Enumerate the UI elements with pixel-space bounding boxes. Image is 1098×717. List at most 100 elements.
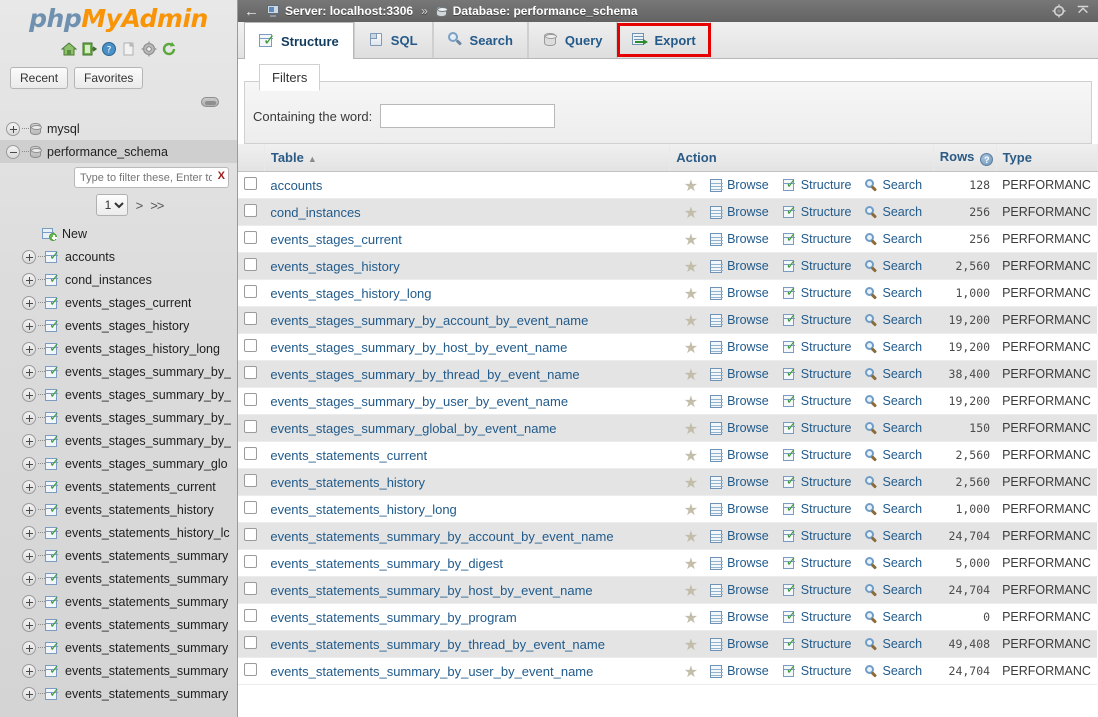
browse-link[interactable]: Browse — [710, 583, 769, 597]
table-name-link[interactable]: accounts — [270, 178, 322, 193]
row-checkbox[interactable] — [244, 285, 257, 298]
docs-icon[interactable] — [121, 41, 137, 57]
row-checkbox[interactable] — [244, 663, 257, 676]
browse-link[interactable]: Browse — [710, 529, 769, 543]
favorite-star-icon[interactable]: ★ — [684, 636, 698, 652]
tree-table-item[interactable]: ✓ events_stages_summary_by_ — [0, 429, 237, 452]
expand-mysql-icon[interactable] — [6, 121, 20, 136]
tree-table-item[interactable]: ✓ events_statements_history — [0, 498, 237, 521]
favorite-star-icon[interactable]: ★ — [684, 393, 698, 409]
browse-link[interactable]: Browse — [710, 475, 769, 489]
search-link[interactable]: Search — [865, 205, 922, 219]
tree-table-item[interactable]: ✓ events_statements_summary — [0, 567, 237, 590]
structure-link[interactable]: ✓ Structure — [782, 232, 851, 246]
row-checkbox[interactable] — [244, 501, 257, 514]
browse-link[interactable]: Browse — [710, 556, 769, 570]
table-name-link[interactable]: events_stages_summary_by_host_by_event_n… — [270, 340, 567, 355]
table-name-link[interactable]: events_stages_current — [270, 232, 402, 247]
expand-table-icon[interactable] — [22, 295, 36, 310]
browse-link[interactable]: Browse — [710, 286, 769, 300]
filters-legend[interactable]: Filters — [259, 64, 321, 91]
tree-new-table[interactable]: New — [0, 222, 237, 245]
row-checkbox[interactable] — [244, 609, 257, 622]
favorite-star-icon[interactable]: ★ — [684, 204, 698, 220]
expand-table-icon[interactable] — [22, 387, 36, 402]
favorite-star-icon[interactable]: ★ — [684, 312, 698, 328]
tab-sql[interactable]: SQL — [353, 22, 433, 58]
structure-link[interactable]: ✓ Structure — [782, 556, 851, 570]
expand-table-icon[interactable] — [22, 272, 36, 287]
expand-table-icon[interactable] — [22, 341, 36, 356]
tab-search[interactable]: Search — [432, 22, 528, 58]
search-link[interactable]: Search — [865, 583, 922, 597]
back-icon[interactable]: ← — [244, 4, 259, 19]
browse-link[interactable]: Browse — [710, 502, 769, 516]
table-name-link[interactable]: events_statements_history — [270, 475, 425, 490]
browse-link[interactable]: Browse — [710, 178, 769, 192]
search-link[interactable]: Search — [865, 475, 922, 489]
table-name-link[interactable]: events_statements_history_long — [270, 502, 456, 517]
expand-table-icon[interactable] — [22, 364, 36, 379]
help-icon[interactable]: ? — [101, 41, 117, 57]
favorite-star-icon[interactable]: ★ — [684, 339, 698, 355]
search-link[interactable]: Search — [865, 313, 922, 327]
tree-table-item[interactable]: ✓ accounts — [0, 245, 237, 268]
tab-export[interactable]: Export — [617, 22, 711, 58]
expand-table-icon[interactable] — [22, 318, 36, 333]
favorite-star-icon[interactable]: ★ — [684, 609, 698, 625]
browse-link[interactable]: Browse — [710, 394, 769, 408]
expand-table-icon[interactable] — [22, 640, 36, 655]
search-link[interactable]: Search — [865, 367, 922, 381]
table-name-link[interactable]: cond_instances — [270, 205, 360, 220]
row-checkbox[interactable] — [244, 636, 257, 649]
containing-word-input[interactable] — [380, 104, 556, 128]
tree-table-item[interactable]: ✓ events_stages_summary_by_ — [0, 360, 237, 383]
table-name-link[interactable]: events_stages_summary_by_user_by_event_n… — [270, 394, 568, 409]
logout-icon[interactable] — [81, 41, 97, 57]
tree-table-item[interactable]: ✓ events_statements_summary — [0, 613, 237, 636]
tree-table-item[interactable]: ✓ events_statements_current — [0, 475, 237, 498]
table-name-link[interactable]: events_statements_summary_by_thread_by_e… — [270, 637, 605, 652]
expand-table-icon[interactable] — [22, 663, 36, 678]
row-checkbox[interactable] — [244, 447, 257, 460]
search-link[interactable]: Search — [865, 502, 922, 516]
favorite-star-icon[interactable]: ★ — [684, 474, 698, 490]
structure-link[interactable]: ✓ Structure — [782, 664, 851, 678]
tree-table-item[interactable]: ✓ events_statements_history_lc — [0, 521, 237, 544]
header-table-column[interactable]: Table ▲ — [264, 144, 671, 172]
search-link[interactable]: Search — [865, 232, 922, 246]
browse-link[interactable]: Browse — [710, 340, 769, 354]
settings-icon[interactable] — [141, 41, 157, 57]
row-checkbox[interactable] — [244, 231, 257, 244]
tree-table-item[interactable]: ✓ events_statements_summary — [0, 590, 237, 613]
tree-table-item[interactable]: ✓ events_statements_summary — [0, 636, 237, 659]
favorite-star-icon[interactable]: ★ — [684, 366, 698, 382]
structure-link[interactable]: ✓ Structure — [782, 394, 851, 408]
structure-link[interactable]: ✓ Structure — [782, 610, 851, 624]
header-type-column[interactable]: Type — [996, 144, 1098, 172]
expand-table-icon[interactable] — [22, 686, 36, 701]
search-link[interactable]: Search — [865, 394, 922, 408]
tree-filter-clear-icon[interactable]: X — [218, 170, 225, 182]
structure-link[interactable]: ✓ Structure — [782, 583, 851, 597]
structure-link[interactable]: ✓ Structure — [782, 259, 851, 273]
tree-table-item[interactable]: ✓ cond_instances — [0, 268, 237, 291]
tree-table-item[interactable]: ✓ events_stages_history — [0, 314, 237, 337]
favorite-star-icon[interactable]: ★ — [684, 420, 698, 436]
expand-table-icon[interactable] — [22, 479, 36, 494]
table-name-link[interactable]: events_statements_summary_by_account_by_… — [270, 529, 613, 544]
tree-table-item[interactable]: ✓ events_statements_summary — [0, 682, 237, 705]
phpmyadmin-logo[interactable]: phpMyAdmin — [0, 0, 237, 33]
expand-table-icon[interactable] — [22, 617, 36, 632]
browse-link[interactable]: Browse — [710, 232, 769, 246]
favorite-star-icon[interactable]: ★ — [684, 231, 698, 247]
table-name-link[interactable]: events_stages_summary_by_account_by_even… — [270, 313, 588, 328]
search-link[interactable]: Search — [865, 610, 922, 624]
structure-link[interactable]: ✓ Structure — [782, 502, 851, 516]
row-checkbox[interactable] — [244, 204, 257, 217]
favorite-star-icon[interactable]: ★ — [684, 447, 698, 463]
table-name-link[interactable]: events_statements_summary_by_digest — [270, 556, 503, 571]
structure-link[interactable]: ✓ Structure — [782, 421, 851, 435]
expand-table-icon[interactable] — [22, 525, 36, 540]
browse-link[interactable]: Browse — [710, 664, 769, 678]
